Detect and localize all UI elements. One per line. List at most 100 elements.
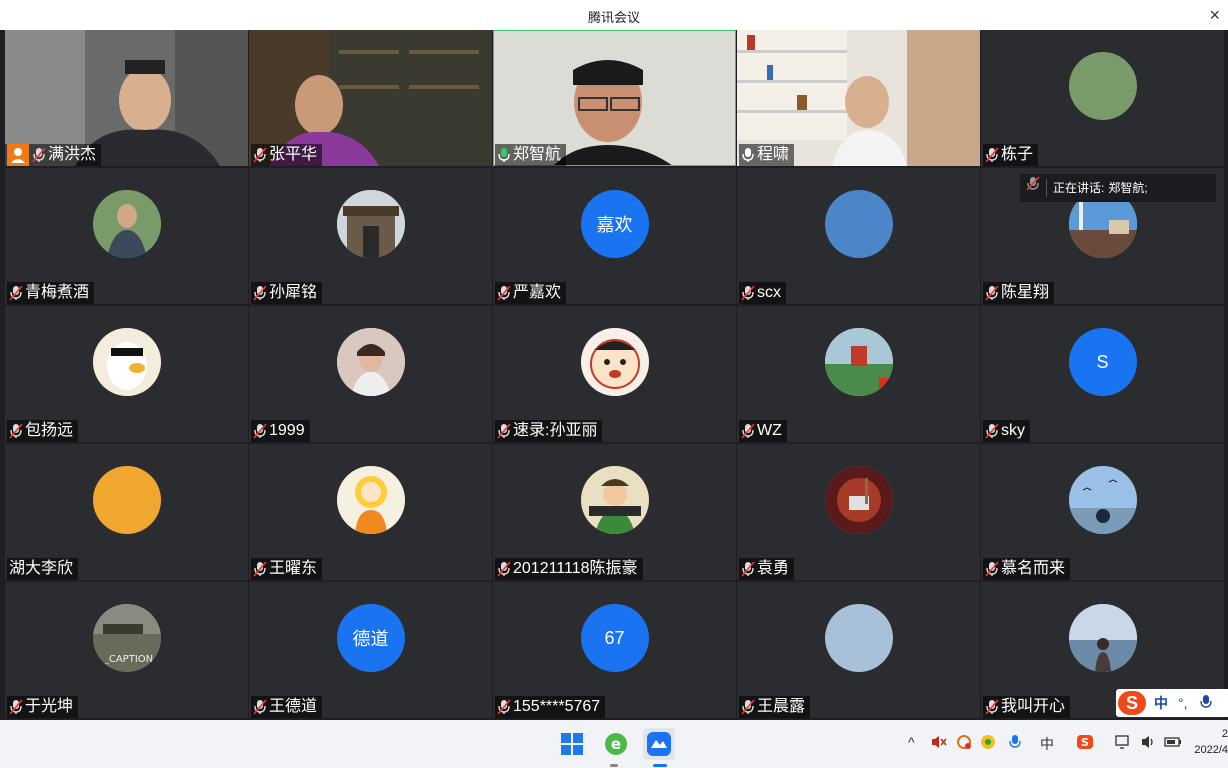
- participant-tile[interactable]: 王晨露: [737, 582, 980, 718]
- sogou-logo-icon[interactable]: S: [1118, 691, 1146, 715]
- participant-tile[interactable]: 栋子: [981, 30, 1224, 166]
- participant-tile[interactable]: 嘉欢 严嘉欢: [493, 168, 736, 304]
- mic-muted-icon: [985, 561, 999, 577]
- participant-avatar: [336, 328, 405, 396]
- svg-text:e: e: [611, 735, 621, 753]
- volume-icon[interactable]: [1140, 734, 1158, 753]
- participant-name-label: 袁勇: [739, 558, 795, 580]
- participant-tile[interactable]: 袁勇: [737, 444, 980, 580]
- browser-360-icon[interactable]: e: [600, 728, 632, 760]
- participant-name: 慕名而来: [1001, 560, 1066, 577]
- participant-name: 201211118陈振豪: [513, 560, 638, 577]
- participant-name: WZ: [757, 422, 782, 439]
- mic-muted-icon: [741, 285, 755, 301]
- participant-name-label: 湖大李欣: [7, 558, 79, 580]
- mic-muted-icon: [9, 423, 23, 439]
- window-title: 腾讯会议: [587, 10, 640, 25]
- participant-tile[interactable]: 包扬远: [5, 306, 248, 442]
- participant-tile[interactable]: 67 155****5767: [493, 582, 736, 718]
- participant-tile[interactable]: 速录:孙亚丽: [493, 306, 736, 442]
- participant-avatar: [92, 190, 161, 258]
- avatar-text: 嘉欢: [596, 215, 633, 235]
- divider: [1046, 179, 1047, 197]
- participant-tile[interactable]: 1999: [249, 306, 492, 442]
- mic-muted-icon: [497, 285, 511, 301]
- participant-name: 王曜东: [269, 560, 318, 577]
- participant-tile[interactable]: 湖大李欣: [5, 444, 248, 580]
- participant-tile[interactable]: 王曜东: [249, 444, 492, 580]
- participant-name-label: 满洪杰: [5, 144, 102, 166]
- participant-tile[interactable]: 张平华: [249, 30, 492, 166]
- participant-tile[interactable]: 孙犀铭: [249, 168, 492, 304]
- participant-tile[interactable]: scx: [737, 168, 980, 304]
- taskbar: e ^ 中 S 2 2022/4: [0, 720, 1228, 768]
- participant-tile[interactable]: 郑智航: [493, 30, 736, 166]
- participant-name: 速录:孙亚丽: [513, 422, 598, 439]
- windows-start-icon[interactable]: [556, 728, 588, 760]
- participant-name-label: 王晨露: [739, 696, 811, 718]
- participant-avatar: 嘉欢: [580, 190, 649, 258]
- participant-name-label: 郑智航: [495, 144, 567, 166]
- participant-tile[interactable]: 201211118陈振豪: [493, 444, 736, 580]
- tencent-meeting-icon[interactable]: [643, 728, 675, 760]
- network-icon[interactable]: [1114, 734, 1132, 753]
- ime-punct[interactable]: °,: [1178, 695, 1188, 711]
- battery-icon[interactable]: [1164, 734, 1182, 753]
- participant-name-label: 青梅煮酒: [7, 282, 95, 304]
- participant-name-label: 201211118陈振豪: [495, 558, 643, 580]
- sync-icon[interactable]: [955, 734, 973, 753]
- ime-toolbar[interactable]: S 中 °,: [1116, 689, 1228, 717]
- participant-grid: 满洪杰 张平华 郑智航 程啸 栋子 青梅煮酒 孙犀铭 嘉欢 严嘉欢 scx 陈星翔 包扬远 1999 速录…: [0, 30, 1228, 720]
- participant-avatar: [580, 328, 649, 396]
- participant-name-label: 1999: [251, 420, 310, 442]
- participant-tile[interactable]: 德道 王德道: [249, 582, 492, 718]
- participant-avatar: 67: [580, 604, 649, 672]
- participant-name-label: 于光坤: [7, 696, 79, 718]
- qq-tray-icon[interactable]: [980, 734, 996, 753]
- ime-mode-tray[interactable]: 中: [1040, 734, 1054, 754]
- participant-name-label: 155****5767: [495, 696, 606, 718]
- mic-muted-icon: [741, 423, 755, 439]
- participant-tile[interactable]: WZ: [737, 306, 980, 442]
- participant-avatar: [92, 466, 161, 534]
- speaker-muted-icon[interactable]: [930, 734, 948, 753]
- participant-avatar: [824, 466, 893, 534]
- running-app-indicator: [610, 764, 618, 767]
- ime-mode[interactable]: 中: [1154, 693, 1168, 713]
- clock-date: 2022/4: [1194, 744, 1228, 756]
- participant-avatar: [92, 328, 161, 396]
- participant-tile[interactable]: 青梅煮酒: [5, 168, 248, 304]
- svg-text:S: S: [1081, 736, 1089, 749]
- mic-muted-icon: [253, 561, 267, 577]
- close-icon[interactable]: ×: [1209, 5, 1220, 26]
- participant-tile[interactable]: 程啸: [737, 30, 980, 166]
- mic-muted-icon: [32, 147, 46, 163]
- participant-avatar: [824, 604, 893, 672]
- microphone-icon[interactable]: [1008, 734, 1022, 753]
- ime-mic-icon[interactable]: [1199, 694, 1212, 713]
- participant-name: 湖大李欣: [9, 560, 74, 577]
- participant-name: 1999: [269, 422, 305, 439]
- clock-time: 2: [1221, 728, 1228, 740]
- mic-muted-icon: [985, 699, 999, 715]
- participant-avatar: __CAPTION__: [92, 604, 161, 672]
- participant-name: 155****5767: [513, 698, 601, 715]
- mic-muted-icon: [253, 423, 267, 439]
- mic-muted-icon: [497, 561, 511, 577]
- avatar-text: 67: [604, 627, 625, 648]
- participant-tile[interactable]: __CAPTION__ 于光坤: [5, 582, 248, 718]
- system-clock[interactable]: 2 2022/4: [1188, 726, 1228, 758]
- sogou-tray-icon[interactable]: S: [1076, 734, 1094, 753]
- host-icon: [7, 144, 29, 166]
- mic-muted-icon: [9, 699, 23, 715]
- mic-muted-icon: [497, 699, 511, 715]
- participant-name-label: 慕名而来: [983, 558, 1071, 580]
- participant-name-label: 速录:孙亚丽: [495, 420, 603, 442]
- speaking-indicator: 正在讲话: 郑智航;: [1020, 174, 1216, 202]
- participant-name: 张平华: [269, 146, 318, 163]
- participant-tile[interactable]: 慕名而来: [981, 444, 1224, 580]
- participant-name: 我叫开心: [1001, 698, 1066, 715]
- tray-chevron-icon[interactable]: ^: [908, 734, 915, 750]
- participant-tile[interactable]: 满洪杰: [5, 30, 248, 166]
- participant-tile[interactable]: Ssky: [981, 306, 1224, 442]
